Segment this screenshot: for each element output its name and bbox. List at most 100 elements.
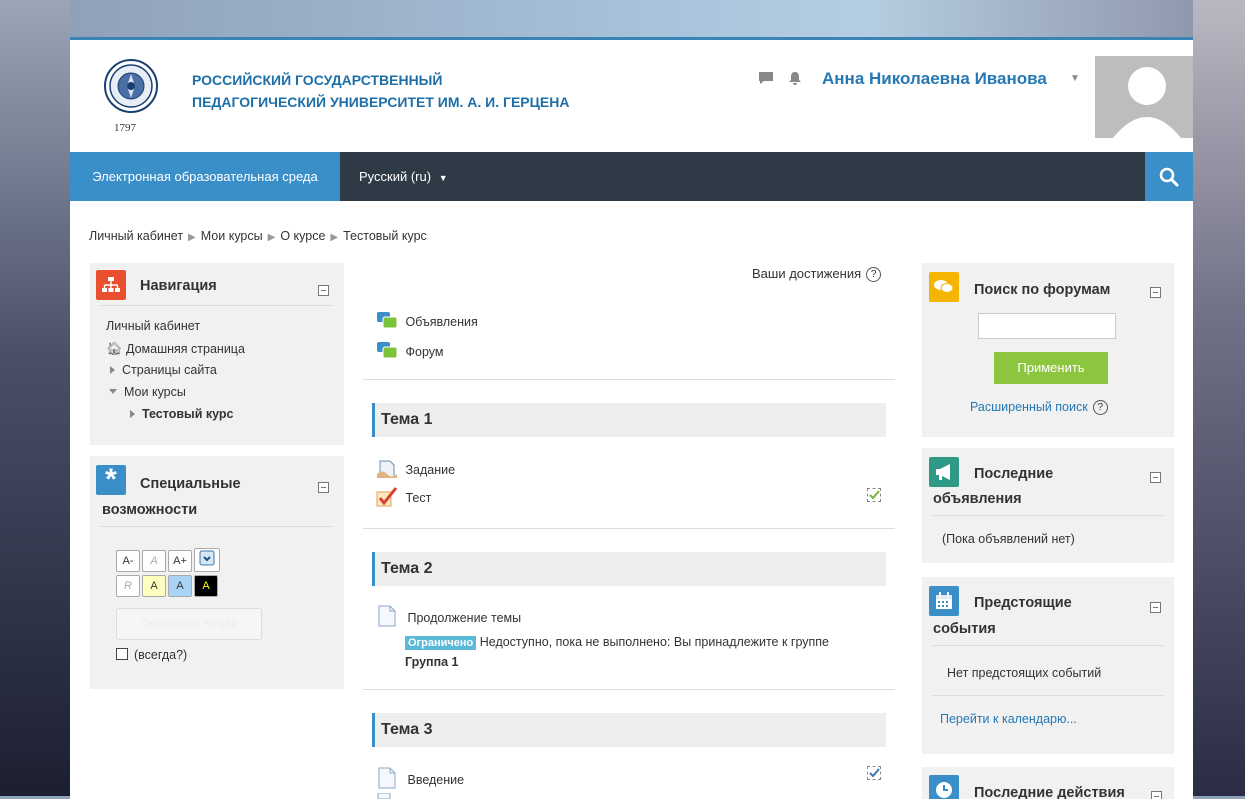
- save-icon: [199, 550, 215, 566]
- nav-site-pages-label: Страницы сайта: [122, 363, 217, 377]
- chevron-down-icon[interactable]: ▼: [1070, 73, 1080, 84]
- avatar[interactable]: [1095, 56, 1193, 138]
- site-header: 1797 РОССИЙСКИЙ ГОСУДАРСТВЕННЫЙ ПЕДАГОГИ…: [70, 40, 1193, 152]
- section-title-3[interactable]: Тема 3: [372, 713, 886, 747]
- activity-label: Продолжение темы: [407, 611, 522, 625]
- chevron-right-icon: ▶: [267, 232, 276, 243]
- always-label: (всегда?): [134, 648, 188, 662]
- restriction-info: Ограничено Недоступно, пока не выполнено…: [405, 633, 875, 672]
- home-icon: 🏠︎: [106, 341, 123, 356]
- section-title-2[interactable]: Тема 2: [372, 552, 886, 586]
- accessibility-title-line1: Специальные: [140, 476, 241, 492]
- calendar-link[interactable]: Перейти к календарю...: [940, 712, 1077, 726]
- section-title-1[interactable]: Тема 1: [372, 403, 886, 437]
- always-checkbox[interactable]: [116, 648, 128, 660]
- apply-button[interactable]: Применить: [994, 352, 1108, 384]
- collapse-icon[interactable]: [318, 285, 329, 296]
- yellow-colour-button[interactable]: A: [142, 575, 166, 597]
- recent-activity-block: Последние действия: [922, 767, 1174, 799]
- breadcrumb-item[interactable]: Тестовый курс: [343, 229, 427, 243]
- section-divider: [363, 379, 895, 380]
- university-name-line2: ПЕДАГОГИЧЕСКИЙ УНИВЕРСИТЕТ ИМ. А. И. ГЕР…: [192, 94, 570, 110]
- breadcrumb-item[interactable]: О курсе: [280, 229, 325, 243]
- activity-label: Введение: [407, 773, 465, 787]
- launch-atbar-button[interactable]: Запустить ATbar: [116, 608, 262, 640]
- page-icon: [377, 793, 391, 799]
- achievements-label: Ваши достижения: [752, 266, 862, 281]
- nav-my-courses-label: Мои курсы: [124, 385, 186, 399]
- achievements-link[interactable]: Ваши достижения?: [752, 266, 882, 283]
- black-colour-button[interactable]: A: [194, 575, 218, 597]
- user-menu[interactable]: Анна Николаевна Иванова: [822, 69, 1047, 89]
- page-icon: [378, 767, 396, 789]
- nav-dashboard[interactable]: Личный кабинет: [106, 319, 200, 333]
- news-block: Последние объявления (Пока объявлений не…: [922, 448, 1174, 563]
- chat-icon[interactable]: [758, 71, 774, 88]
- clock-icon: [929, 775, 959, 799]
- restriction-group: Группа 1: [405, 655, 459, 669]
- nav-site-pages[interactable]: Страницы сайта: [110, 363, 217, 377]
- language-label: Русский (ru): [359, 169, 432, 184]
- activity-label: Объявления: [405, 315, 478, 329]
- news-title-line2: объявления: [933, 491, 1022, 507]
- breadcrumb-item[interactable]: Личный кабинет: [89, 229, 183, 243]
- university-logo[interactable]: 1797: [102, 54, 160, 136]
- advanced-search-label: Расширенный поиск: [970, 400, 1088, 414]
- collapse-icon[interactable]: [1150, 472, 1161, 483]
- nav-home-link[interactable]: Электронная образовательная среда: [70, 152, 340, 201]
- collapse-icon[interactable]: [1151, 791, 1162, 799]
- divider: [932, 515, 1164, 516]
- divider: [932, 695, 1164, 696]
- nav-my-courses[interactable]: Мои курсы: [109, 385, 186, 399]
- forum-search-input[interactable]: [978, 313, 1116, 339]
- accessibility-title-line2: возможности: [102, 502, 198, 518]
- completion-checkbox-icon[interactable]: [867, 488, 881, 502]
- nav-home[interactable]: 🏠︎ Домашняя страница: [106, 341, 245, 357]
- help-icon[interactable]: ?: [866, 267, 882, 283]
- language-menu[interactable]: Русский (ru) ▼: [359, 152, 448, 201]
- collapse-icon[interactable]: [1150, 287, 1161, 298]
- breadcrumb-item[interactable]: Мои курсы: [201, 229, 263, 243]
- search-icon: [1159, 167, 1179, 186]
- section-divider: [363, 528, 895, 529]
- logo-year: 1797: [114, 122, 136, 134]
- collapse-icon[interactable]: [318, 482, 329, 493]
- reset-colour-button[interactable]: R: [116, 575, 140, 597]
- university-name[interactable]: РОССИЙСКИЙ ГОСУДАРСТВЕННЫЙ ПЕДАГОГИЧЕСКИ…: [192, 69, 569, 113]
- activity-announcements[interactable]: Объявления: [376, 311, 478, 331]
- activity-forum[interactable]: Форум: [376, 341, 443, 361]
- always-option[interactable]: (всегда?): [116, 648, 187, 662]
- news-title-line1: Последние: [974, 466, 1054, 482]
- increase-font-button[interactable]: A+: [168, 550, 192, 572]
- nav-home-label: Домашняя страница: [126, 342, 245, 356]
- main-navbar: Электронная образовательная среда Русски…: [70, 152, 1193, 201]
- events-title-line1: Предстоящие: [974, 595, 1072, 611]
- calendar-icon: [929, 586, 959, 616]
- reset-font-button[interactable]: A: [142, 550, 166, 572]
- university-name-line1: РОССИЙСКИЙ ГОСУДАРСТВЕННЫЙ: [192, 72, 443, 88]
- activity-assignment[interactable]: Задание: [376, 459, 455, 479]
- forum-icon: [377, 312, 398, 329]
- comments-icon: [929, 272, 959, 302]
- chevron-right-icon: ▶: [188, 232, 196, 243]
- activity-page[interactable]: Продолжение темы: [376, 605, 521, 627]
- news-empty-text: (Пока объявлений нет): [942, 532, 1075, 546]
- activity-intro[interactable]: Введение: [376, 767, 464, 789]
- help-icon[interactable]: ?: [1092, 400, 1108, 416]
- breadcrumb: Личный кабинет ▶ Мои курсы ▶ О курсе ▶ Тестовы…: [89, 229, 427, 243]
- advanced-search-link[interactable]: Расширенный поиск?: [970, 400, 1108, 416]
- forum-search-block: Поиск по форумам Применить Расширенный п…: [922, 263, 1174, 437]
- blue-colour-button[interactable]: A: [168, 575, 192, 597]
- collapse-icon[interactable]: [1150, 602, 1161, 613]
- recent-activity-title: Последние действия: [974, 785, 1125, 799]
- completion-checkbox-icon[interactable]: [867, 766, 881, 780]
- activity-label: Тест: [405, 491, 432, 505]
- decrease-font-button[interactable]: A-: [116, 550, 140, 572]
- save-settings-button[interactable]: [194, 548, 220, 572]
- bell-icon[interactable]: [788, 71, 802, 88]
- activity-quiz[interactable]: Тест: [376, 487, 431, 507]
- nav-test-course[interactable]: Тестовый курс: [130, 407, 234, 421]
- search-button[interactable]: [1145, 152, 1193, 201]
- header-icons: [758, 71, 802, 88]
- divider: [100, 526, 334, 527]
